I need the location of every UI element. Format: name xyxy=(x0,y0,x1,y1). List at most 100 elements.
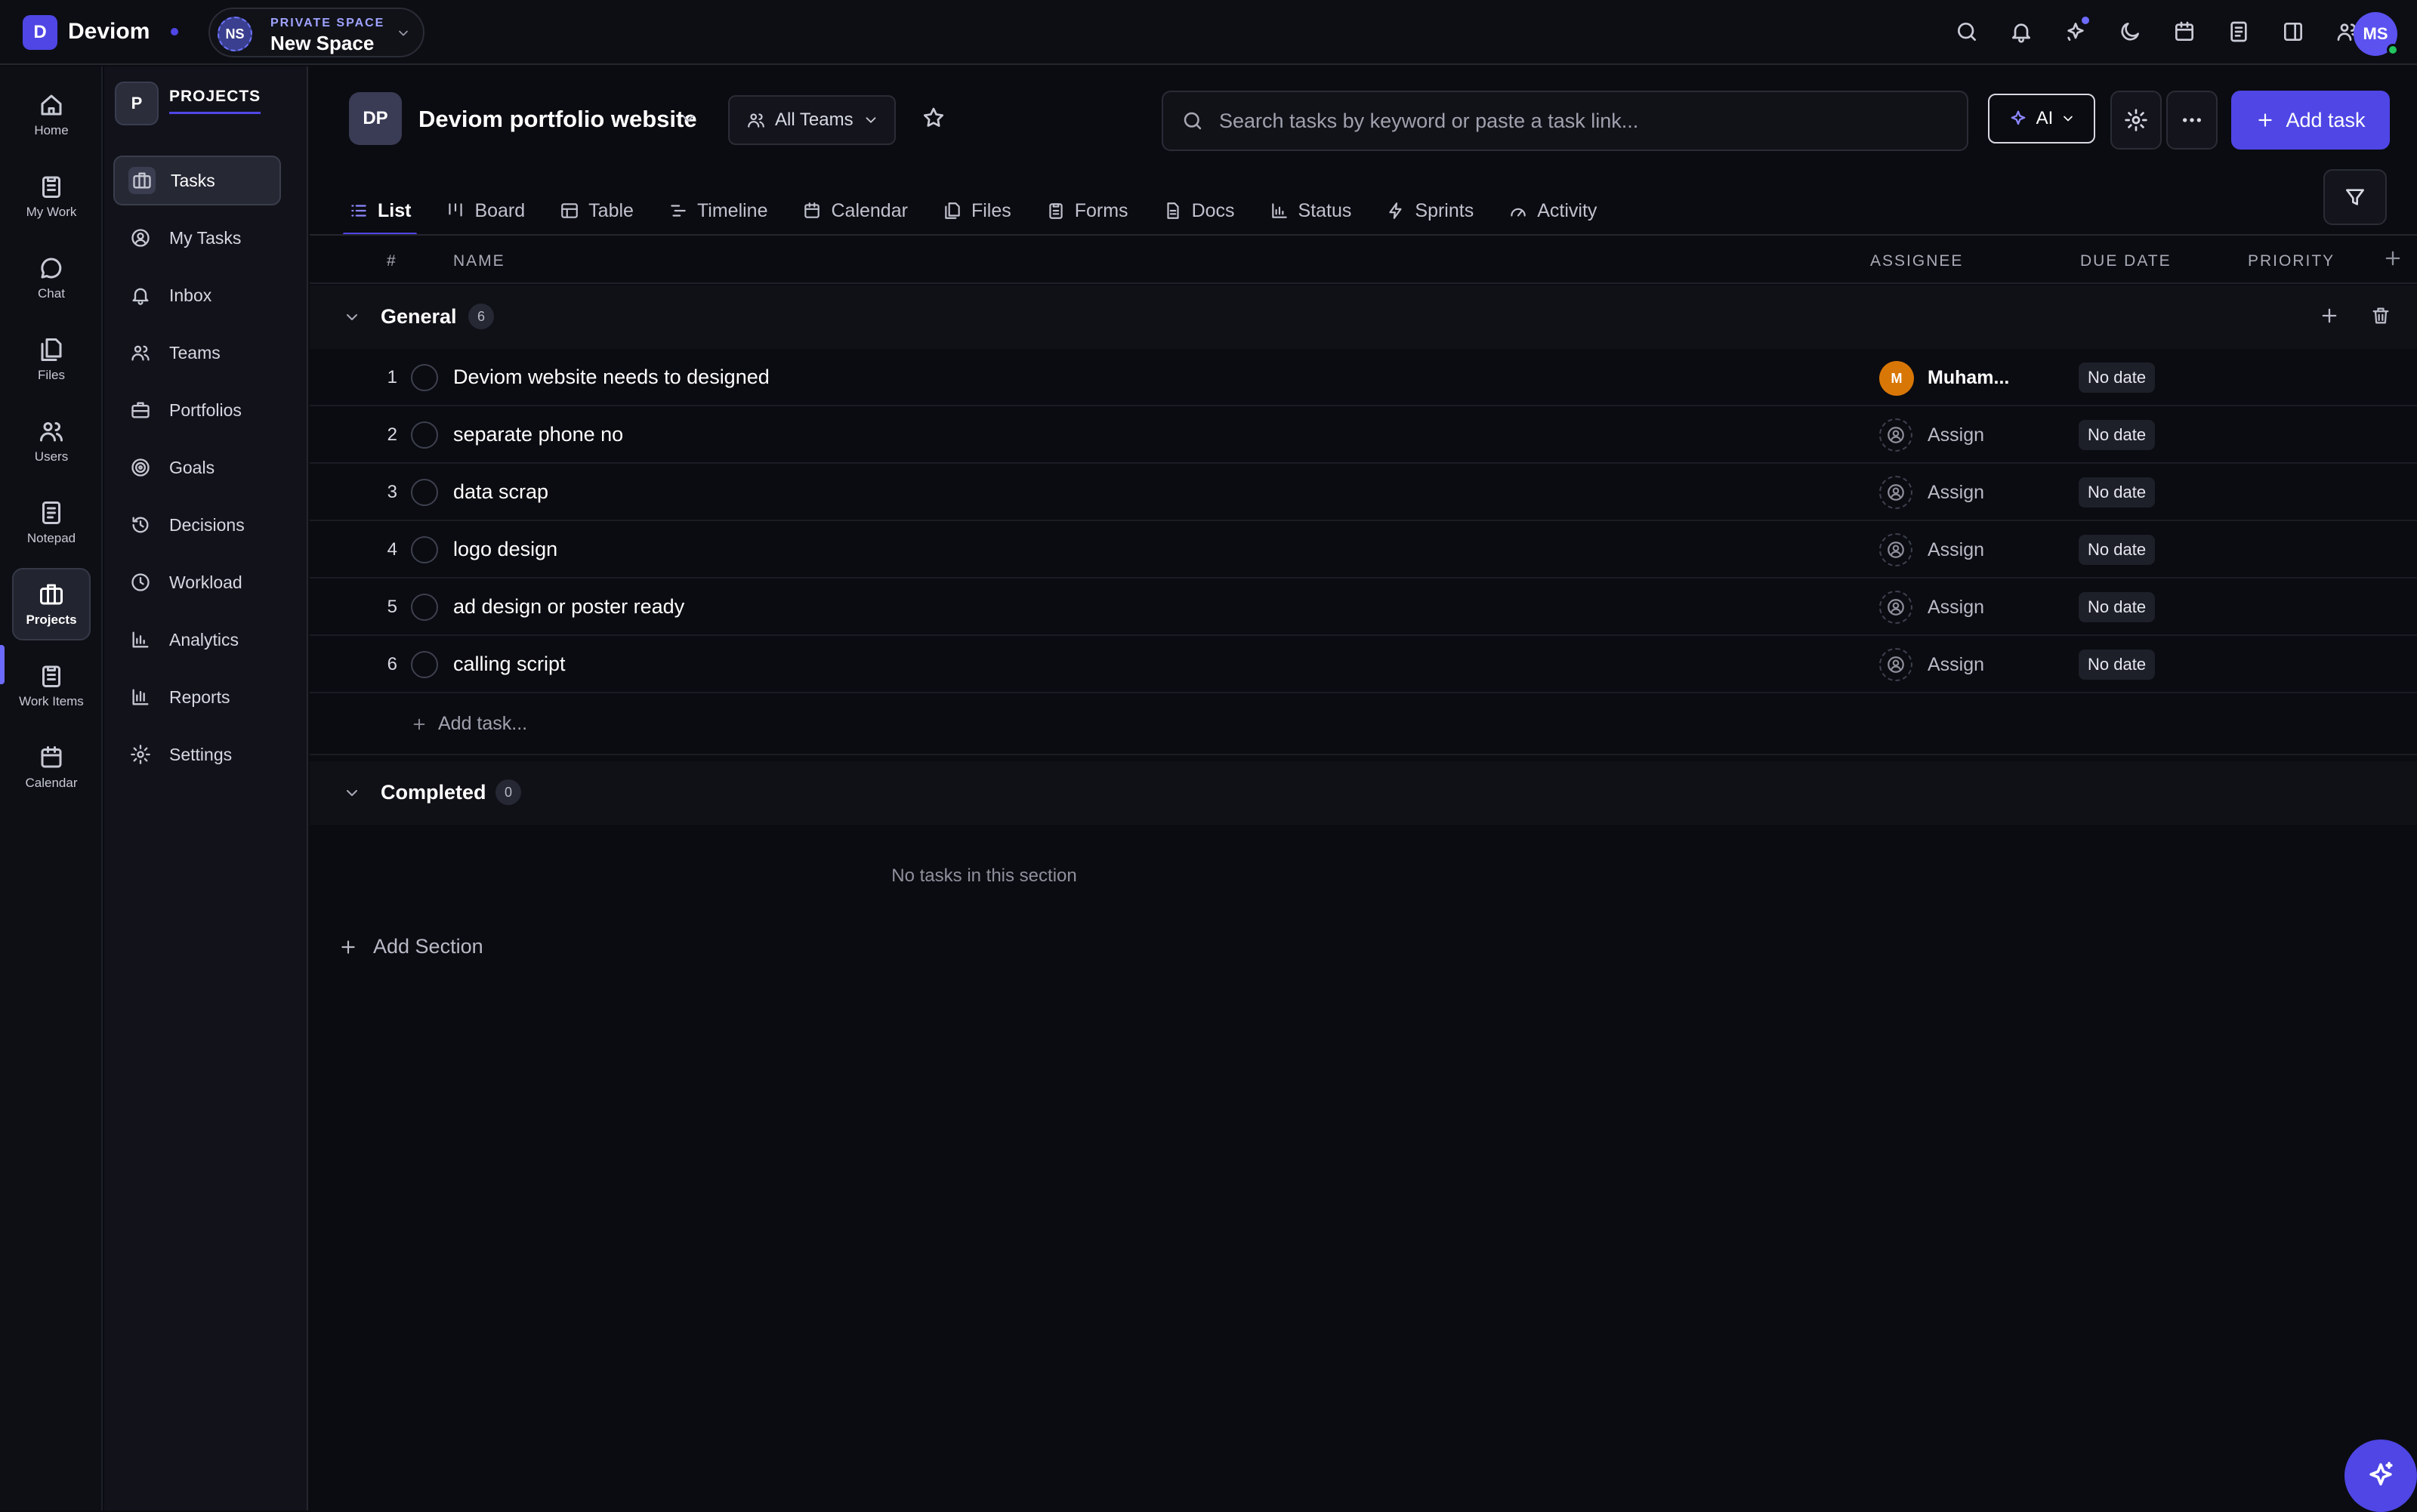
rail-item-my-work[interactable]: My Work xyxy=(12,160,91,233)
table-row[interactable]: 1 Deviom website needs to designed M Muh… xyxy=(310,349,2417,406)
assign-user-icon[interactable] xyxy=(1879,533,1912,566)
assign-user-icon[interactable] xyxy=(1879,591,1912,624)
rail-item-projects[interactable]: Projects xyxy=(12,568,91,640)
task-name[interactable]: data scrap xyxy=(453,480,548,504)
column-header-assignee[interactable]: ASSIGNEE xyxy=(1870,252,1963,270)
all-teams-button[interactable]: All Teams xyxy=(728,95,896,145)
task-name[interactable]: logo design xyxy=(453,538,557,561)
sidebar-item-analytics[interactable]: Analytics xyxy=(113,615,281,665)
filter-button[interactable] xyxy=(2323,169,2387,225)
sidebar-item-my-tasks[interactable]: My Tasks xyxy=(113,213,281,263)
table-row[interactable]: 4 logo design Assign No date xyxy=(310,521,2417,579)
due-date-badge[interactable]: No date xyxy=(2079,420,2156,450)
tab-activity[interactable]: Activity xyxy=(1508,192,1597,230)
due-date-badge[interactable]: No date xyxy=(2079,592,2156,622)
app-name[interactable]: Deviom xyxy=(68,19,150,45)
section-title[interactable]: Completed xyxy=(381,781,486,804)
tab-docs[interactable]: Docs xyxy=(1163,192,1235,230)
chevron-down-icon[interactable] xyxy=(343,308,361,326)
assign-label[interactable]: Assign xyxy=(1928,654,1984,676)
sidebar-item-inbox[interactable]: Inbox xyxy=(113,270,281,320)
sidebar-item-settings[interactable]: Settings xyxy=(113,730,281,779)
rail-item-files[interactable]: Files xyxy=(12,323,91,396)
task-complete-checkbox[interactable] xyxy=(411,536,438,563)
column-header-priority[interactable]: PRIORITY xyxy=(2248,252,2335,270)
sidebar-item-reports[interactable]: Reports xyxy=(113,672,281,722)
tab-list[interactable]: List xyxy=(342,192,418,236)
rail-item-calendar[interactable]: Calendar xyxy=(12,731,91,804)
panel-icon[interactable] xyxy=(2277,15,2310,48)
add-section-button[interactable]: Add Section xyxy=(338,935,483,958)
tab-timeline[interactable]: Timeline xyxy=(668,192,767,230)
table-row[interactable]: 3 data scrap Assign No date xyxy=(310,464,2417,521)
star-icon[interactable] xyxy=(921,106,946,130)
sidebar-item-teams[interactable]: Teams xyxy=(113,328,281,378)
column-header-name[interactable]: NAME xyxy=(453,252,505,270)
assignee-avatar[interactable]: M xyxy=(1879,361,1914,396)
tab-table[interactable]: Table xyxy=(560,192,634,230)
rail-item-users[interactable]: Users xyxy=(12,405,91,477)
task-complete-checkbox[interactable] xyxy=(411,594,438,621)
trash-icon[interactable] xyxy=(2370,305,2391,326)
chevron-down-icon[interactable] xyxy=(343,784,361,802)
assign-user-icon[interactable] xyxy=(1879,476,1912,509)
assignee-name[interactable]: Muham... xyxy=(1928,367,2009,389)
task-complete-checkbox[interactable] xyxy=(411,364,438,391)
section-title[interactable]: General xyxy=(381,305,457,329)
task-name[interactable]: Deviom website needs to designed xyxy=(453,366,770,389)
assign-user-icon[interactable] xyxy=(1879,418,1912,452)
add-task-inline[interactable]: Add task... xyxy=(438,713,527,735)
table-row[interactable]: 2 separate phone no Assign No date xyxy=(310,406,2417,464)
tab-files[interactable]: Files xyxy=(943,192,1011,230)
task-complete-checkbox[interactable] xyxy=(411,421,438,449)
due-date-badge[interactable]: No date xyxy=(2079,363,2156,393)
tab-calendar[interactable]: Calendar xyxy=(802,192,908,230)
task-name[interactable]: ad design or poster ready xyxy=(453,595,684,619)
search-input[interactable] xyxy=(1219,109,1967,133)
sidebar-item-portfolios[interactable]: Portfolios xyxy=(113,385,281,435)
add-task-button[interactable]: Add task xyxy=(2231,91,2390,150)
search-icon[interactable] xyxy=(1950,15,1983,48)
tab-board[interactable]: Board xyxy=(446,192,525,230)
user-avatar[interactable]: MS xyxy=(2354,12,2399,56)
calendar-icon[interactable] xyxy=(2168,15,2201,48)
assign-user-icon[interactable] xyxy=(1879,648,1912,681)
notes-icon[interactable] xyxy=(2222,15,2255,48)
rail-item-home[interactable]: Home xyxy=(12,79,91,151)
tab-status[interactable]: Status xyxy=(1270,192,1351,230)
add-column-icon[interactable] xyxy=(2382,248,2403,269)
project-settings-button[interactable] xyxy=(2110,91,2162,150)
due-date-badge[interactable]: No date xyxy=(2079,650,2156,680)
tab-sprints[interactable]: Sprints xyxy=(1386,192,1474,230)
moon-icon[interactable] xyxy=(2113,15,2147,48)
sidebar-item-workload[interactable]: Workload xyxy=(113,557,281,607)
sidebar-item-tasks[interactable]: Tasks xyxy=(113,156,281,205)
sparkle-icon[interactable] xyxy=(2059,15,2092,48)
assign-label[interactable]: Assign xyxy=(1928,597,1984,619)
rail-item-work-items[interactable]: Work Items xyxy=(12,650,91,722)
table-row[interactable]: 5 ad design or poster ready Assign No da… xyxy=(310,579,2417,636)
task-complete-checkbox[interactable] xyxy=(411,651,438,678)
sidebar-item-goals[interactable]: Goals xyxy=(113,443,281,492)
rail-item-chat[interactable]: Chat xyxy=(12,242,91,314)
project-name[interactable]: Deviom portfolio website xyxy=(418,106,697,133)
tab-forms[interactable]: Forms xyxy=(1046,192,1128,230)
due-date-badge[interactable]: No date xyxy=(2079,535,2156,565)
sidebar-item-decisions[interactable]: Decisions xyxy=(113,500,281,550)
task-complete-checkbox[interactable] xyxy=(411,479,438,506)
add-task-row[interactable]: Add task... xyxy=(310,695,2417,755)
app-logo[interactable]: D xyxy=(23,15,57,50)
more-options-button[interactable] xyxy=(2166,91,2218,150)
ai-assistant-fab[interactable] xyxy=(2344,1439,2417,1512)
task-name[interactable]: calling script xyxy=(453,653,566,676)
table-row[interactable]: 6 calling script Assign No date xyxy=(310,636,2417,693)
rail-item-notepad[interactable]: Notepad xyxy=(12,486,91,559)
due-date-badge[interactable]: No date xyxy=(2079,477,2156,508)
plus-icon[interactable] xyxy=(2319,305,2340,326)
task-name[interactable]: separate phone no xyxy=(453,423,623,446)
bell-icon[interactable] xyxy=(2005,15,2038,48)
chevron-down-icon[interactable] xyxy=(678,109,698,128)
assign-label[interactable]: Assign xyxy=(1928,482,1984,504)
assign-label[interactable]: Assign xyxy=(1928,539,1984,561)
assign-label[interactable]: Assign xyxy=(1928,424,1984,446)
